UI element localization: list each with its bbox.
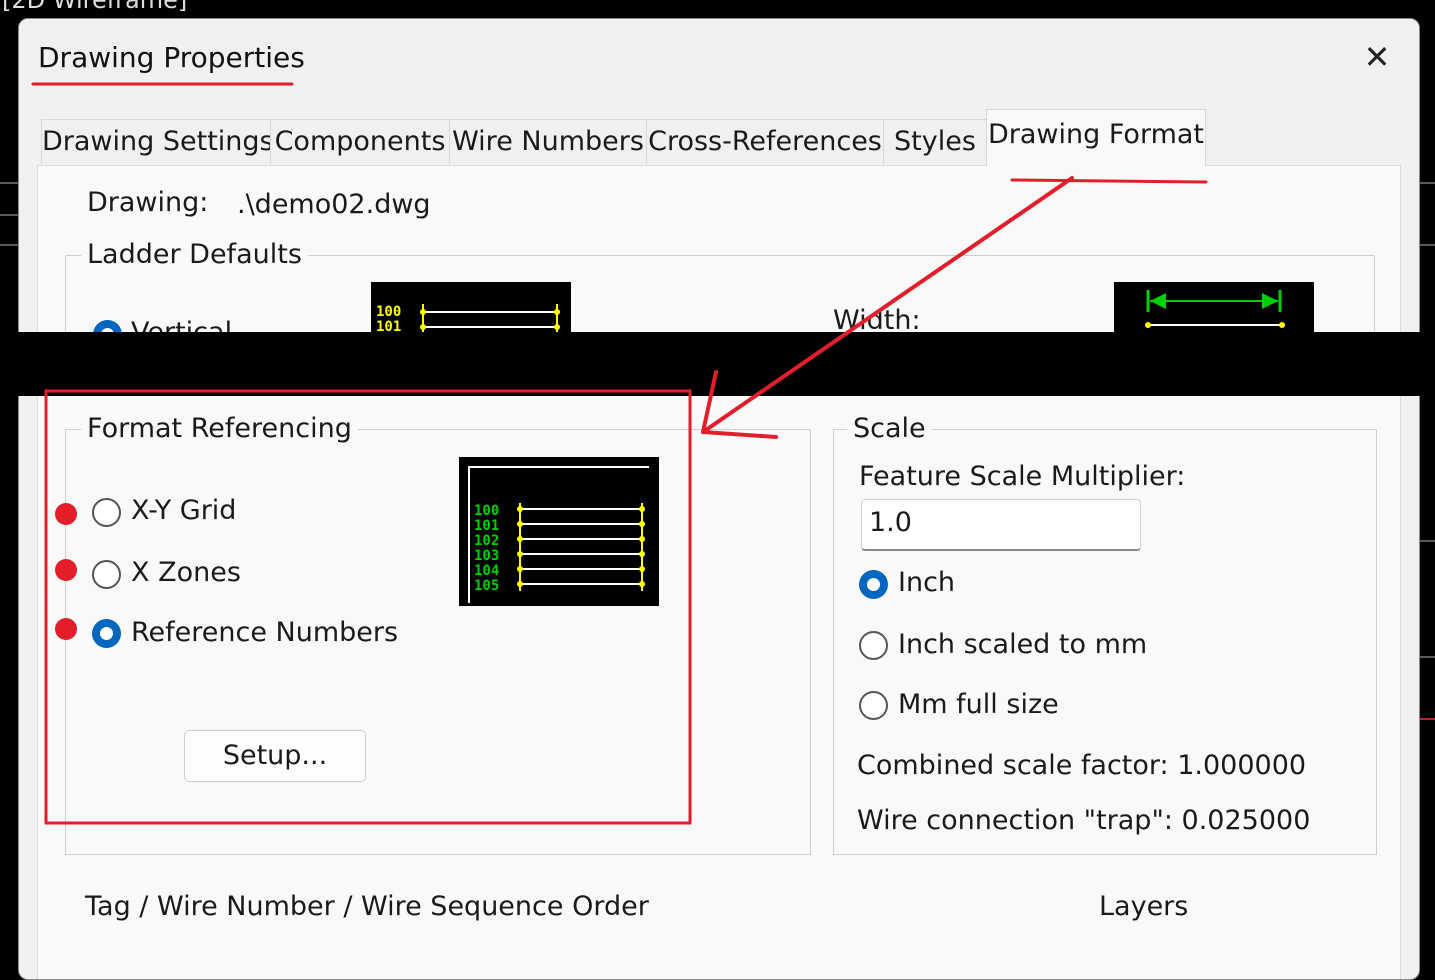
annotation-dot	[55, 503, 77, 525]
annotation-overlay	[31, 82, 1208, 825]
annotation-dot	[55, 559, 77, 581]
annotation-dot	[55, 618, 77, 640]
